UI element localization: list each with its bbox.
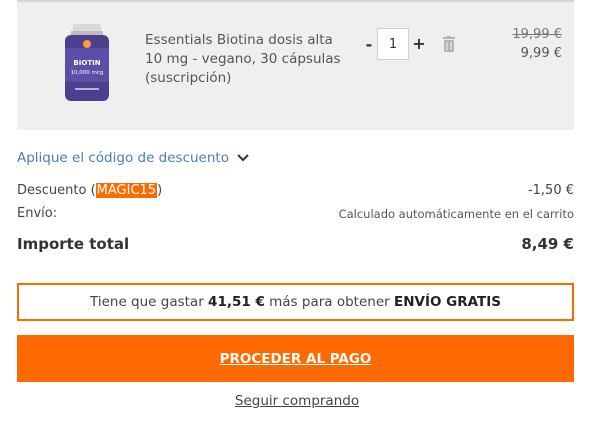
banner-middle: más para obtener <box>264 294 394 310</box>
quantity-decrease-button[interactable]: - <box>362 35 376 54</box>
shipping-row: Envío: Calculado automáticamente en el c… <box>17 206 574 221</box>
product-image[interactable]: BIOTIN 10,000 mcg <box>61 24 113 102</box>
banner-amount: 41,51 € <box>208 294 265 310</box>
cart-item-panel: BIOTIN 10,000 mcg Essentials Biotina dos… <box>17 0 574 130</box>
discount-value: -1,50 € <box>527 183 574 198</box>
quantity-input[interactable] <box>377 28 409 60</box>
chevron-down-icon <box>237 154 249 162</box>
total-value: 8,49 € <box>521 235 574 253</box>
free-shipping-banner: Tiene que gastar 41,51 € más para obtene… <box>17 283 574 321</box>
total-row: Importe total 8,49 € <box>17 235 574 253</box>
shipping-label: Envío: <box>17 206 58 221</box>
checkout-button[interactable]: PROCEDER AL PAGO <box>17 335 574 382</box>
discount-row: Descuento (MAGIC15) -1,50 € <box>17 183 574 198</box>
discount-label-close: ) <box>157 183 163 198</box>
product-name[interactable]: Essentials Biotina dosis alta 10 mg - ve… <box>145 31 350 88</box>
discount-code-toggle[interactable]: Aplique el código de descuento <box>17 150 249 166</box>
continue-shopping-link[interactable]: Seguir comprando <box>0 393 594 409</box>
original-price: 19,99 € <box>512 27 562 42</box>
discount-code-toggle-label: Aplique el código de descuento <box>17 150 229 166</box>
current-price: 9,99 € <box>520 46 562 61</box>
bottle-label-line2: 10,000 mcg <box>71 70 104 76</box>
banner-highlight: ENVÍO GRATIS <box>393 294 501 310</box>
total-label: Importe total <box>17 235 130 253</box>
banner-prefix: Tiene que gastar <box>90 294 209 310</box>
trash-icon[interactable] <box>441 36 457 53</box>
discount-label: Descuento ( <box>17 183 96 198</box>
quantity-increase-button[interactable]: + <box>412 34 426 53</box>
bottle-label-line1: BIOTIN <box>73 59 100 67</box>
discount-code: MAGIC15 <box>95 183 158 198</box>
shipping-value: Calculado automáticamente en el carrito <box>338 207 574 221</box>
